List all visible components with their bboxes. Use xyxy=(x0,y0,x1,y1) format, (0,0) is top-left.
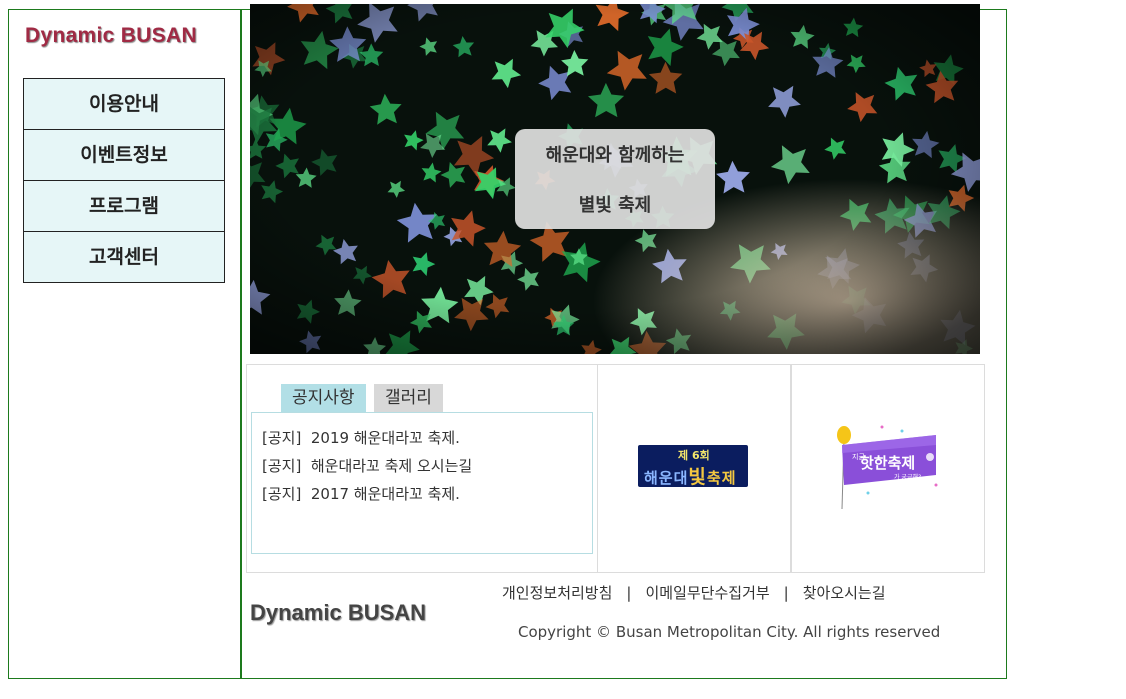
festival-banner-highlight: 빛 xyxy=(688,466,707,487)
notice-title: 해운대라꼬 축제 오시는길 xyxy=(310,457,473,475)
footer-separator: | xyxy=(783,584,789,602)
footer-separator: | xyxy=(626,584,632,602)
menu-item-events[interactable]: 이벤트정보 xyxy=(24,130,224,181)
main-menu: 이용안내 이벤트정보 프로그램 고객센터 xyxy=(23,78,225,283)
notice-tag: [공지] xyxy=(262,429,302,447)
hero-caption: 해운대와 함께하는 별빛 축제 xyxy=(515,129,715,229)
confetti-icon xyxy=(866,491,870,495)
confetti-icon xyxy=(900,429,904,433)
tab-gallery[interactable]: 갤러리 xyxy=(374,384,443,412)
confetti-icon xyxy=(880,425,884,429)
footer-link-privacy[interactable]: 개인정보처리방침 xyxy=(502,584,612,602)
menu-item-support[interactable]: 고객센터 xyxy=(24,232,224,282)
site-logo[interactable]: Dynamic BUSAN xyxy=(25,24,197,48)
balloon-icon xyxy=(837,426,851,444)
event-banner-title: 핫한축제 xyxy=(860,454,915,472)
notice-title: 2017 해운대라꼬 축제. xyxy=(310,485,460,503)
menu-item-programs[interactable]: 프로그램 xyxy=(24,181,224,232)
hero-banner: 해운대와 함께하는 별빛 축제 xyxy=(250,4,980,354)
notice-panel: [공지] 2019 해운대라꼬 축제. [공지] 해운대라꼬 축제 오시는길 [… xyxy=(251,412,593,554)
notice-item[interactable]: [공지] 해운대라꼬 축제 오시는길 xyxy=(262,455,472,476)
festival-banner-sub: 제 6회 xyxy=(678,449,710,462)
festival-banner-suffix: 축제 xyxy=(706,469,737,487)
festival-banner[interactable]: 제 6회 해운대빛축제 xyxy=(638,445,748,487)
notice-box: 공지사항 갤러리 [공지] 2019 해운대라꼬 축제. [공지] 해운대라꼬 … xyxy=(246,364,598,573)
footer-logo: Dynamic BUSAN xyxy=(250,600,427,625)
confetti-icon xyxy=(934,483,938,487)
copyright-text: Copyright © Busan Metropolitan City. All… xyxy=(518,623,941,641)
menu-item-guide[interactable]: 이용안내 xyxy=(24,79,224,130)
festival-banner-prefix: 해운대 xyxy=(644,469,689,487)
tab-notice[interactable]: 공지사항 xyxy=(281,384,366,412)
festival-banner-title: 해운대빛축제 xyxy=(644,462,737,487)
footer-link-email-refusal[interactable]: 이메일무단수집거부 xyxy=(645,584,769,602)
flag-arrow-icon xyxy=(926,453,934,461)
sidebar: Dynamic BUSAN 이용안내 이벤트정보 프로그램 고객센터 xyxy=(9,10,242,678)
notice-item[interactable]: [공지] 2019 해운대라꼬 축제. xyxy=(262,427,460,448)
footer-links: 개인정보처리방침 | 이메일무단수집거부 | 찾아오시는길 xyxy=(502,582,886,603)
hero-title-line2: 별빛 축제 xyxy=(578,195,652,216)
hot-festival-banner[interactable]: 지금 핫한축제 가 궁금해? xyxy=(832,423,944,513)
banner-box-festival: 제 6회 해운대빛축제 xyxy=(597,364,791,573)
notice-item[interactable]: [공지] 2017 해운대라꼬 축제. xyxy=(262,483,460,504)
notice-tag: [공지] xyxy=(262,485,302,503)
notice-tag: [공지] xyxy=(262,457,302,475)
notice-title: 2019 해운대라꼬 축제. xyxy=(310,429,460,447)
footer-link-directions[interactable]: 찾아오시는길 xyxy=(803,584,886,602)
content-boxes: 공지사항 갤러리 [공지] 2019 해운대라꼬 축제. [공지] 해운대라꼬 … xyxy=(246,364,985,573)
hero-title-line1: 해운대와 함께하는 xyxy=(545,145,685,166)
event-banner-small-bottom: 가 궁금해? xyxy=(894,473,921,481)
banner-box-event: 지금 핫한축제 가 궁금해? xyxy=(791,364,985,573)
